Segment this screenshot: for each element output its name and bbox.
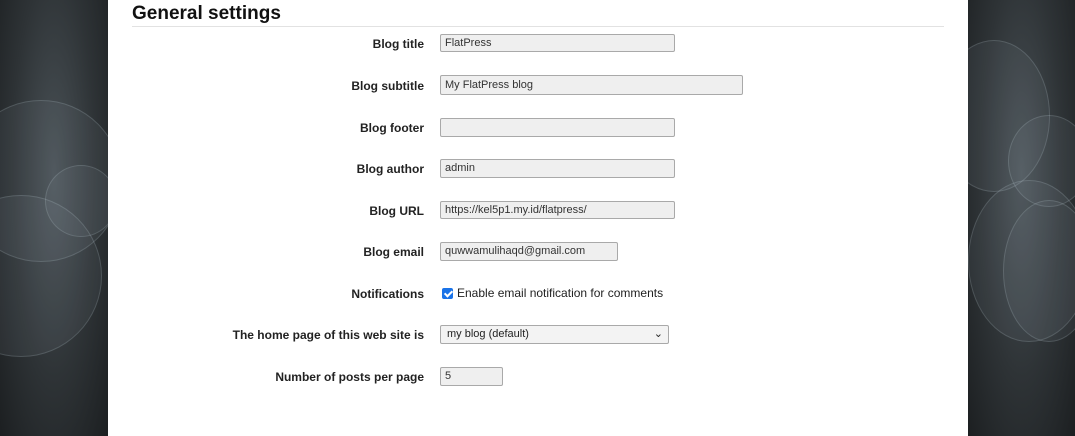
row-blog-title: Blog title FlatPress (108, 34, 968, 56)
notifications-checkbox[interactable] (442, 287, 453, 299)
home-page-select[interactable]: my blog (default) ⌄ (440, 325, 669, 344)
notifications-checkbox-group: Enable email notification for comments (442, 286, 663, 300)
blog-subtitle-input[interactable]: My FlatPress blog (440, 75, 743, 95)
chevron-down-icon: ⌄ (653, 328, 663, 340)
blog-email-label: Blog email (363, 245, 424, 259)
background-left-decoration (0, 0, 108, 436)
blog-author-label: Blog author (356, 162, 424, 176)
home-page-selected-value: my blog (default) (447, 328, 529, 340)
row-blog-footer: Blog footer (108, 118, 968, 140)
row-posts-per-page: Number of posts per page 5 (108, 367, 968, 389)
blog-email-input[interactable]: quwwamulihaqd@gmail.com (440, 242, 618, 261)
blog-subtitle-label: Blog subtitle (351, 79, 424, 93)
blog-author-input[interactable]: admin (440, 159, 675, 178)
home-page-label: The home page of this web site is (232, 328, 424, 342)
notifications-checkbox-label[interactable]: Enable email notification for comments (457, 286, 663, 300)
notifications-label: Notifications (351, 287, 424, 301)
section-divider (132, 26, 944, 27)
section-title: General settings (132, 3, 281, 24)
blog-footer-input[interactable] (440, 118, 675, 137)
blog-footer-label: Blog footer (360, 121, 424, 135)
row-home-page: The home page of this web site is my blo… (108, 325, 968, 347)
row-blog-url: Blog URL https://kel5p1.my.id/flatpress/ (108, 201, 968, 223)
background-right-decoration (968, 0, 1075, 436)
row-blog-email: Blog email quwwamulihaqd@gmail.com (108, 242, 968, 264)
settings-panel: General settings Blog title FlatPress Bl… (108, 0, 968, 436)
blog-title-label: Blog title (372, 37, 424, 51)
posts-per-page-input[interactable]: 5 (440, 367, 503, 386)
blog-title-input[interactable]: FlatPress (440, 34, 675, 52)
blog-url-label: Blog URL (369, 204, 424, 218)
row-blog-subtitle: Blog subtitle My FlatPress blog (108, 75, 968, 98)
row-notifications: Notifications Enable email notification … (108, 284, 968, 306)
row-blog-author: Blog author admin (108, 159, 968, 181)
blog-url-input[interactable]: https://kel5p1.my.id/flatpress/ (440, 201, 675, 219)
posts-per-page-label: Number of posts per page (275, 370, 424, 384)
